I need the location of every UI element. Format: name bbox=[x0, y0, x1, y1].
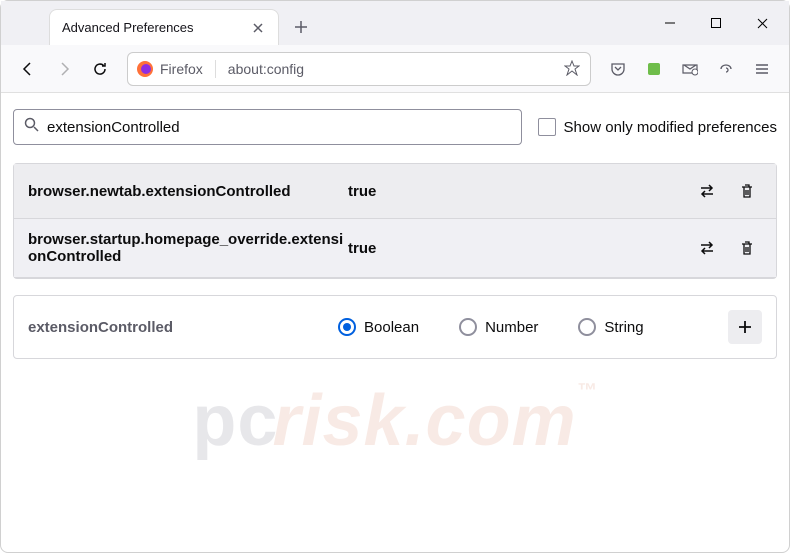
forward-button[interactable] bbox=[47, 52, 81, 86]
new-preference-row: extensionControlled Boolean Number Strin… bbox=[13, 295, 777, 359]
titlebar: Advanced Preferences bbox=[1, 1, 789, 45]
toggle-button[interactable] bbox=[692, 176, 722, 206]
maximize-button[interactable] bbox=[693, 7, 739, 39]
watermark: pcrisk.com™ bbox=[192, 380, 597, 462]
pref-value: true bbox=[348, 183, 692, 200]
identity-label: Firefox bbox=[160, 61, 203, 77]
radio-icon bbox=[578, 318, 596, 336]
delete-button[interactable] bbox=[732, 176, 762, 206]
radio-label: Number bbox=[485, 319, 538, 336]
pref-name: browser.newtab.extensionControlled bbox=[28, 183, 348, 200]
new-tab-button[interactable] bbox=[285, 11, 317, 43]
pocket-icon[interactable] bbox=[601, 52, 635, 86]
type-radio-group: Boolean Number String bbox=[338, 318, 728, 336]
pref-actions bbox=[692, 176, 762, 206]
firefox-icon bbox=[136, 60, 154, 78]
reload-button[interactable] bbox=[83, 52, 117, 86]
radio-label: Boolean bbox=[364, 319, 419, 336]
show-modified-toggle[interactable]: Show only modified preferences bbox=[538, 118, 777, 136]
radio-label: String bbox=[604, 319, 643, 336]
delete-button[interactable] bbox=[732, 233, 762, 263]
extension-icon[interactable] bbox=[637, 52, 671, 86]
minimize-button[interactable] bbox=[647, 7, 693, 39]
radio-icon bbox=[338, 318, 356, 336]
about-config-content: Show only modified preferences browser.n… bbox=[1, 93, 789, 375]
urlbar-separator bbox=[215, 60, 216, 78]
shield-icon[interactable] bbox=[709, 52, 743, 86]
search-row: Show only modified preferences bbox=[13, 109, 777, 145]
close-tab-icon[interactable] bbox=[250, 20, 266, 36]
tab-title: Advanced Preferences bbox=[62, 20, 250, 35]
search-icon bbox=[24, 117, 39, 137]
search-input[interactable] bbox=[47, 119, 511, 136]
app-menu-button[interactable] bbox=[745, 52, 779, 86]
url-text: about:config bbox=[228, 61, 558, 77]
radio-number[interactable]: Number bbox=[459, 318, 538, 336]
close-window-button[interactable] bbox=[739, 7, 785, 39]
bookmark-star-icon[interactable] bbox=[564, 60, 582, 78]
pref-name: browser.startup.homepage_override.extens… bbox=[28, 231, 348, 265]
show-modified-label: Show only modified preferences bbox=[564, 119, 777, 136]
radio-string[interactable]: String bbox=[578, 318, 643, 336]
pref-value: true bbox=[348, 240, 692, 257]
add-preference-button[interactable] bbox=[728, 310, 762, 344]
toggle-button[interactable] bbox=[692, 233, 722, 263]
back-button[interactable] bbox=[11, 52, 45, 86]
radio-boolean[interactable]: Boolean bbox=[338, 318, 419, 336]
radio-icon bbox=[459, 318, 477, 336]
new-pref-name: extensionControlled bbox=[28, 319, 338, 336]
window-controls bbox=[647, 1, 785, 45]
pref-row: browser.newtab.extensionControlled true bbox=[14, 164, 776, 219]
search-box[interactable] bbox=[13, 109, 522, 145]
pref-actions bbox=[692, 233, 762, 263]
account-icon[interactable] bbox=[673, 52, 707, 86]
tab-advanced-preferences[interactable]: Advanced Preferences bbox=[49, 9, 279, 45]
checkbox-icon bbox=[538, 118, 556, 136]
tabs-area: Advanced Preferences bbox=[49, 1, 317, 45]
preferences-list: browser.newtab.extensionControlled true … bbox=[13, 163, 777, 279]
url-bar[interactable]: Firefox about:config bbox=[127, 52, 591, 86]
pref-row: browser.startup.homepage_override.extens… bbox=[14, 219, 776, 278]
toolbar: Firefox about:config bbox=[1, 45, 789, 93]
